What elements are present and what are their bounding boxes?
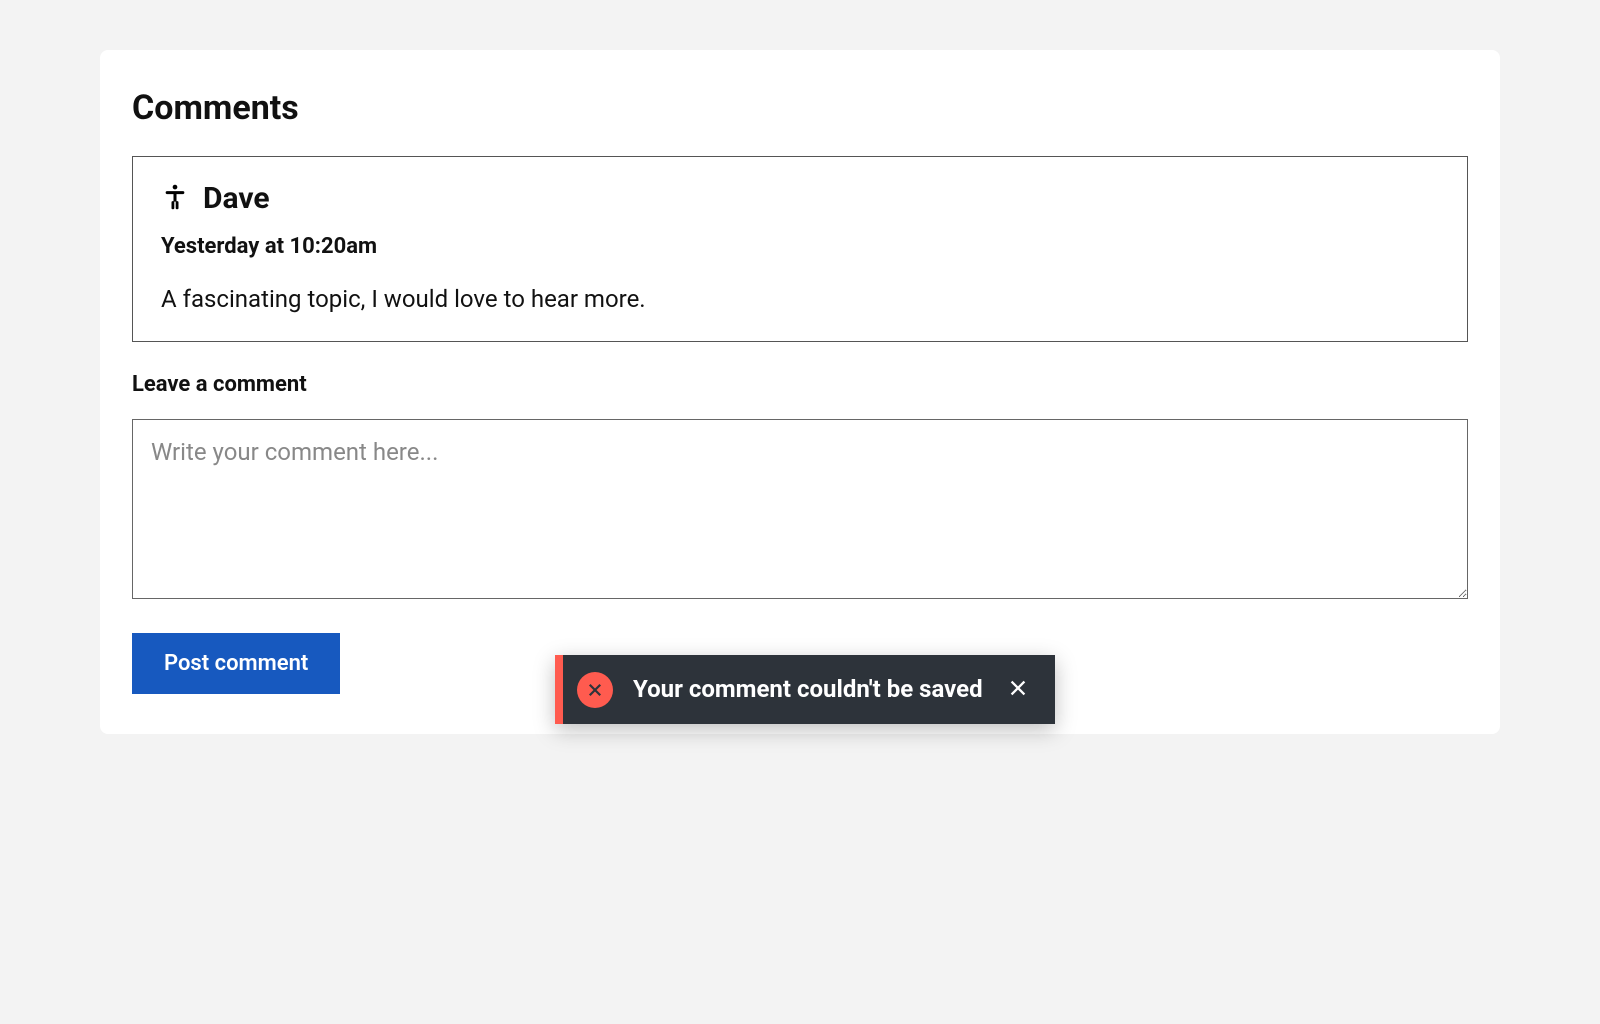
error-icon bbox=[577, 672, 613, 708]
comment-author: Dave bbox=[203, 181, 270, 216]
error-toast: Your comment couldn't be saved bbox=[555, 655, 1055, 724]
comments-card: Comments Dave Yesterday at 10:20am A fas… bbox=[100, 50, 1500, 734]
leave-comment-label: Leave a comment bbox=[132, 372, 1468, 397]
comment-timestamp: Yesterday at 10:20am bbox=[161, 234, 1439, 259]
post-comment-button[interactable]: Post comment bbox=[132, 633, 340, 694]
toast-message: Your comment couldn't be saved bbox=[633, 673, 1001, 705]
comment-textarea[interactable] bbox=[132, 419, 1468, 599]
close-icon bbox=[1007, 677, 1029, 702]
person-icon bbox=[161, 183, 189, 215]
comment-author-row: Dave bbox=[161, 181, 1439, 216]
comment-body: A fascinating topic, I would love to hea… bbox=[161, 285, 1439, 313]
section-title: Comments bbox=[132, 88, 1468, 128]
comment-item: Dave Yesterday at 10:20am A fascinating … bbox=[132, 156, 1468, 342]
toast-close-button[interactable] bbox=[1001, 671, 1035, 708]
